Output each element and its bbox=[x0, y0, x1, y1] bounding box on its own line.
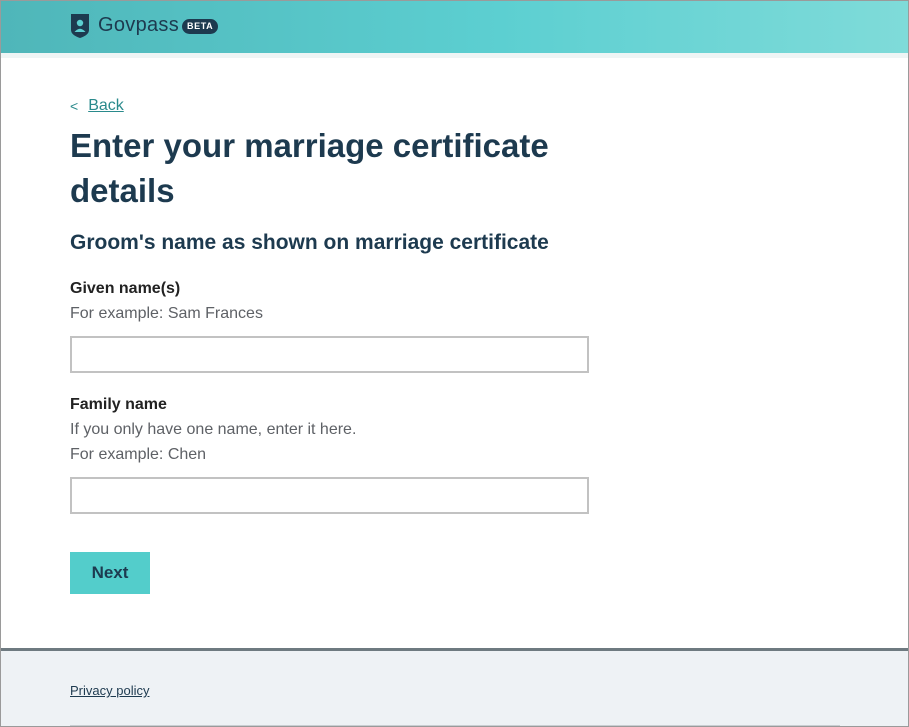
site-footer: Privacy policy bbox=[1, 648, 908, 726]
chevron-left-icon: < bbox=[70, 98, 79, 114]
section-heading: Groom's name as shown on marriage certif… bbox=[70, 231, 549, 254]
back-link-label: Back bbox=[88, 97, 124, 114]
given-name-hint: For example: Sam Frances bbox=[70, 305, 263, 322]
family-name-input[interactable] bbox=[70, 477, 589, 514]
footer-divider bbox=[70, 725, 840, 726]
given-name-input[interactable] bbox=[70, 336, 589, 373]
family-name-label: Family name bbox=[70, 396, 167, 413]
given-name-label: Given name(s) bbox=[70, 280, 181, 297]
shield-person-icon bbox=[71, 14, 89, 38]
page-title: Enter your marriage certificate details bbox=[70, 127, 549, 209]
family-name-hint-example: For example: Chen bbox=[70, 446, 207, 463]
header-divider bbox=[1, 53, 908, 58]
family-name-hint-one: If you only have one name, enter it here… bbox=[70, 421, 357, 438]
site-header: Govpass BETA bbox=[1, 1, 908, 53]
beta-badge: BETA bbox=[182, 19, 219, 34]
privacy-policy-link[interactable]: Privacy policy bbox=[70, 683, 149, 698]
brand-name[interactable]: Govpass bbox=[98, 14, 179, 37]
back-link[interactable]: < Back bbox=[70, 97, 124, 115]
next-button[interactable]: Next bbox=[70, 552, 150, 594]
